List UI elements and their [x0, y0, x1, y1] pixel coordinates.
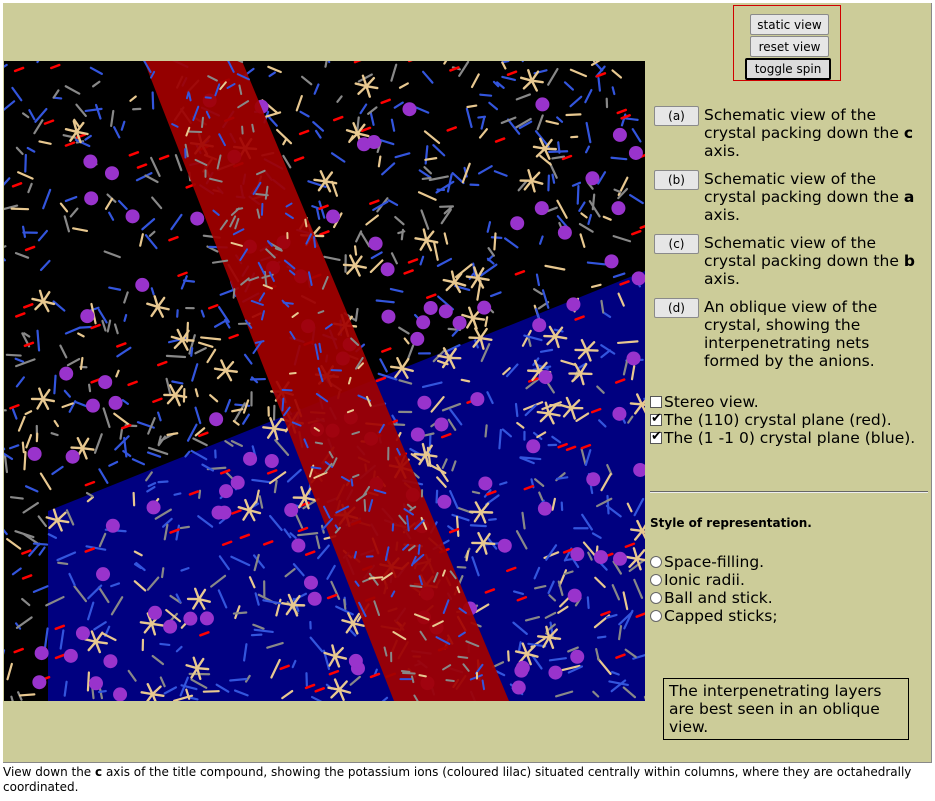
static-view-button[interactable]: static view	[750, 14, 829, 35]
ionic-radii-radio[interactable]	[650, 574, 662, 586]
view-d-button[interactable]: (d)	[654, 298, 699, 318]
style-ball-and-stick[interactable]: Ball and stick.	[650, 589, 925, 607]
space-filling-label: Space-filling.	[664, 553, 765, 571]
capped-sticks-radio[interactable]	[650, 610, 662, 622]
section-divider	[650, 491, 928, 493]
ball-and-stick-radio[interactable]	[650, 592, 662, 604]
view-d-description: An oblique view of the crystal, showing …	[704, 298, 878, 370]
view-b-button[interactable]: (b)	[654, 170, 699, 190]
ball-and-stick-label: Ball and stick.	[664, 589, 773, 607]
capped-sticks-label: Capped sticks;	[664, 607, 778, 625]
style-capped-sticks[interactable]: Capped sticks;	[650, 607, 925, 625]
stereo-view-option[interactable]: Stereo view.	[650, 393, 925, 411]
toggle-spin-button[interactable]: toggle spin	[745, 58, 831, 80]
plane-110-label: The (110) crystal plane (red).	[664, 411, 892, 429]
view-b-description: Schematic view of the crystal packing do…	[704, 170, 915, 224]
reset-view-button[interactable]: reset view	[750, 36, 829, 57]
stereo-view-checkbox[interactable]	[650, 396, 662, 408]
plane-110-option[interactable]: The (110) crystal plane (red).	[650, 411, 925, 429]
crystal-structure-render[interactable]	[4, 61, 645, 701]
plane-110-checkbox[interactable]	[650, 411, 662, 427]
info-box: The interpenetrating layers are best see…	[663, 678, 909, 740]
plane-1-10-checkbox[interactable]	[650, 429, 662, 445]
style-heading: Style of representation.	[650, 516, 812, 530]
plane-1-10-label: The (1 -1 0) crystal plane (blue).	[664, 429, 916, 447]
view-c-button[interactable]: (c)	[654, 234, 699, 254]
view-a-description: Schematic view of the crystal packing do…	[704, 106, 914, 160]
style-ionic-radii[interactable]: Ionic radii.	[650, 571, 925, 589]
view-controls-group: static view reset view toggle spin	[733, 5, 841, 81]
plane-1-10-option[interactable]: The (1 -1 0) crystal plane (blue).	[650, 429, 925, 447]
view-c-description: Schematic view of the crystal packing do…	[704, 234, 915, 288]
figure-caption: View down the c axis of the title compou…	[3, 765, 912, 794]
style-space-filling[interactable]: Space-filling.	[650, 553, 925, 571]
molecule-viewer[interactable]	[4, 61, 645, 701]
ionic-radii-label: Ionic radii.	[664, 571, 745, 589]
view-a-button[interactable]: (a)	[654, 106, 699, 126]
space-filling-radio[interactable]	[650, 556, 662, 568]
stereo-view-label: Stereo view.	[664, 393, 759, 411]
